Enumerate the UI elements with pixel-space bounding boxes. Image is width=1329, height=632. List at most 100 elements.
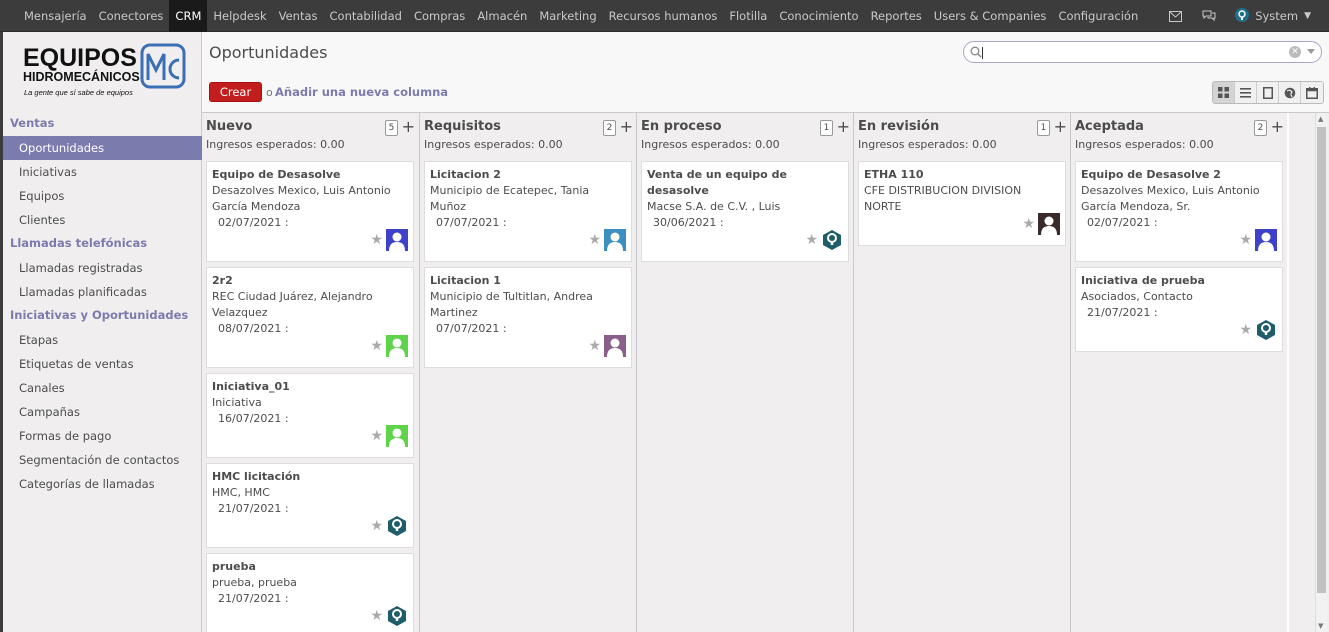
sidebar-item[interactable]: Llamadas planificadas [3,280,202,304]
column-title[interactable]: Requisitos [424,119,501,134]
card-customer: CFE DISTRIBUCION DIVISION [864,184,1022,197]
chat-icon[interactable] [1201,8,1217,24]
star-icon[interactable]: ★ [588,233,601,247]
kanban-card[interactable]: Licitacion 2 Municipio de Ecatepec, Tania… [424,161,632,262]
form-view-icon[interactable] [1257,82,1279,103]
app-menu: Mensajería Conectores CRM Helpdesk Ventas Con… [18,0,1144,32]
sidebar-item[interactable]: Equipos [3,184,202,208]
kanban-card[interactable]: 2r2 REC Ciudad Juárez, Alejandro Velazquez… [206,267,414,368]
app-menu-item[interactable]: Users & Companies [928,0,1053,32]
app-menu-item[interactable]: Contabilidad [324,0,408,32]
kanban-card[interactable]: Equipo de Desasolve 2 Desazolves Mexico, … [1075,161,1283,262]
card-customer: Desazolves Mexico, Luis Antonio [212,184,391,197]
clear-search-icon[interactable]: ✕ [1289,46,1301,58]
star-icon[interactable]: ★ [1239,233,1252,247]
star-icon[interactable]: ★ [805,233,818,247]
add-card-icon[interactable]: + [620,117,633,136]
star-icon[interactable]: ★ [1239,323,1252,337]
app-menu-item[interactable]: Marketing [533,0,602,32]
app-menu-item[interactable]: Mensajería [18,0,93,32]
main-content: Oportunidades ✕ Crear o Añadir una nueva… [202,32,1329,632]
app-menu-item[interactable]: Flotilla [723,0,773,32]
app-menu-item[interactable]: Ventas [273,0,324,32]
kanban-column: Requisitos 2 + Ingresos esperados: 0.00 Lici… [419,113,636,632]
card-title: 2r2 [212,274,233,287]
mail-icon[interactable] [1167,8,1183,24]
kanban-view-icon[interactable] [1213,82,1235,103]
map-view-icon[interactable] [1279,82,1301,103]
star-icon[interactable]: ★ [370,339,383,353]
star-icon[interactable]: ★ [588,339,601,353]
sidebar-item[interactable]: Etiquetas de ventas [3,352,202,376]
user-name: System [1255,9,1299,23]
star-icon[interactable]: ★ [370,519,383,533]
expected-revenue-label: Ingresos esperados: 0.00 [424,138,563,151]
add-column-link[interactable]: Añadir una nueva columna [275,85,448,99]
kanban-card[interactable]: prueba prueba, prueba 21/07/2021 : ★ [206,553,414,632]
star-icon[interactable]: ★ [370,429,383,443]
add-card-icon[interactable]: + [1054,117,1067,136]
sidebar-item[interactable]: Formas de pago [3,424,202,448]
kanban-card[interactable]: HMC licitación HMC, HMC 21/07/2021 : ★ [206,463,414,548]
sidebar-section-title: Llamadas telefónicas [10,236,148,250]
list-view-icon[interactable] [1235,82,1257,103]
app-menu-item[interactable]: Compras [408,0,471,32]
app-menu-item[interactable]: Conocimiento [773,0,864,32]
sidebar-item[interactable]: Iniciativas [3,160,202,184]
vertical-scrollbar[interactable]: ▲ ▼ [1315,113,1327,632]
card-title: HMC licitación [212,470,301,483]
star-icon[interactable]: ★ [370,609,383,623]
sidebar-item[interactable]: Categorías de llamadas [3,472,202,496]
search-options-chevron-icon[interactable] [1307,49,1315,54]
add-card-icon[interactable]: + [837,117,850,136]
avatar [386,425,408,447]
column-title[interactable]: Nuevo [206,119,252,134]
sidebar-item[interactable]: Etapas [3,328,202,352]
app-menu-item[interactable]: Almacén [471,0,533,32]
scroll-up-icon[interactable]: ▲ [1318,115,1323,123]
svg-text:EQUIPOS: EQUIPOS [23,44,137,72]
kanban-card[interactable]: Iniciativa_01 Iniciativa 16/07/2021 : ★ [206,373,414,458]
card-title: Equipo de Desasolve 2 [1081,168,1221,181]
sidebar-item[interactable]: Campañas [3,400,202,424]
sidebar-item[interactable]: Canales [3,376,202,400]
card-customer: García Mendoza [212,200,301,213]
kanban-card[interactable]: Licitacion 1 Municipio de Tultitlan, Andr… [424,267,632,368]
calendar-view-icon[interactable] [1301,82,1323,103]
app-menu-item[interactable]: Configuración [1052,0,1144,32]
app-menu-item[interactable]: Reportes [865,0,928,32]
card-customer: Desazolves Mexico, Luis Antonio [1081,184,1260,197]
user-menu[interactable]: System ▼ [1235,7,1311,25]
app-menu-item[interactable]: Conectores [93,0,170,32]
kanban-card[interactable]: Venta de un equipo de desasolve Macse S.A.… [641,161,849,262]
app-menu-item[interactable]: Recursos humanos [603,0,724,32]
kanban-card[interactable]: Iniciativa de prueba Asociados, Contacto 2… [1075,267,1283,352]
add-card-icon[interactable]: + [1271,117,1284,136]
sidebar-item[interactable]: Oportunidades [3,136,202,160]
star-icon[interactable]: ★ [1022,217,1035,231]
kanban-card[interactable]: Equipo de Desasolve Desazolves Mexico, Lu… [206,161,414,262]
column-title[interactable]: Aceptada [1075,119,1144,134]
scrollbar-thumb[interactable] [1317,127,1326,593]
control-panel: Oportunidades ✕ Crear o Añadir una nueva… [202,32,1329,113]
add-card-icon[interactable]: + [402,117,415,136]
card-customer: Martinez [430,306,478,319]
column-title[interactable]: En revisión [858,119,939,134]
sidebar-item[interactable]: Segmentación de contactos [3,448,202,472]
sidebar-item[interactable]: Llamadas registradas [3,256,202,280]
card-title: prueba [212,560,256,573]
card-customer: García Mendoza, Sr. [1081,200,1191,213]
app-menu-item[interactable]: Helpdesk [207,0,272,32]
card-title: desasolve [647,184,709,197]
app-menu-item[interactable]: CRM [169,0,208,32]
kanban-card[interactable]: ETHA 110 CFE DISTRIBUCION DIVISION NORTE ★ [858,161,1066,246]
star-icon[interactable]: ★ [370,233,383,247]
search-input[interactable]: ✕ [963,41,1322,63]
create-button[interactable]: Crear [209,82,262,102]
card-customer: Asociados, Contacto [1081,290,1193,303]
expected-revenue-label: Ingresos esperados: 0.00 [1075,138,1214,151]
sidebar-item[interactable]: Clientes [3,208,202,232]
kanban-column: Nuevo 5 + Ingresos esperados: 0.00 Equipo de… [202,113,419,632]
scroll-down-icon[interactable]: ▼ [1318,622,1323,630]
column-title[interactable]: En proceso [641,119,722,134]
